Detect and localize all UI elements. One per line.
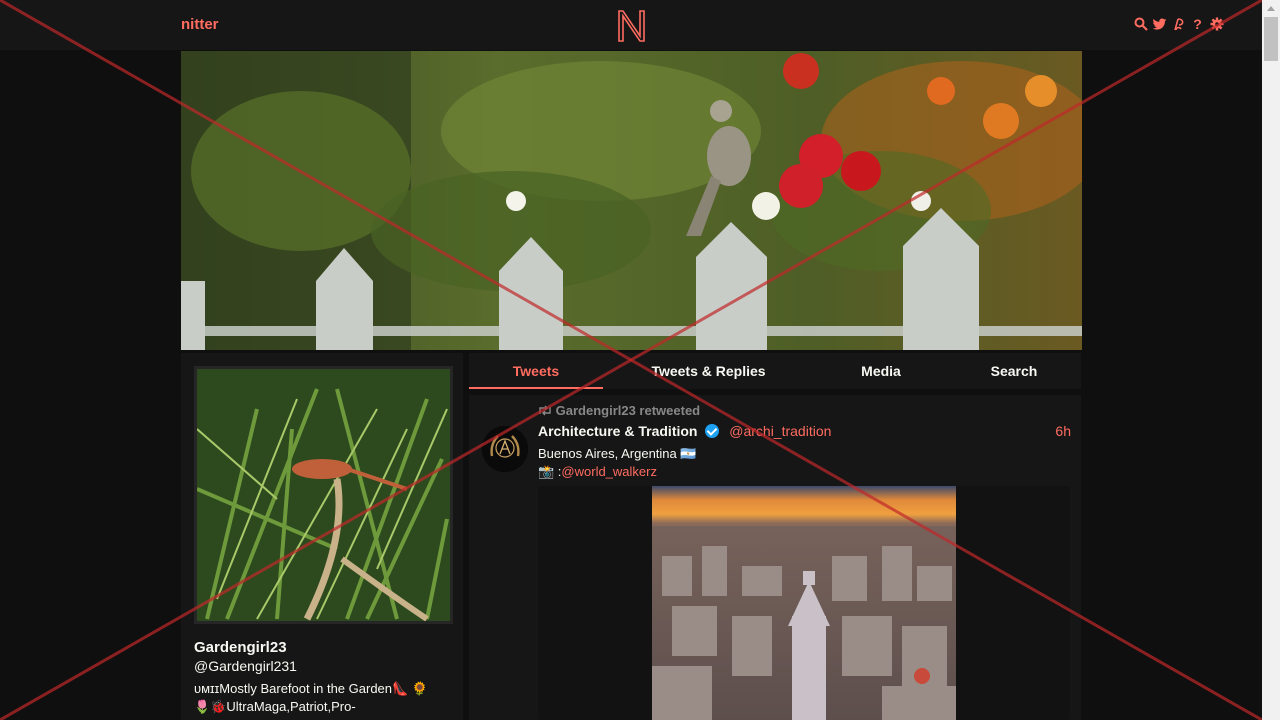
tweet-media xyxy=(538,486,1070,720)
tab-tweets[interactable]: Tweets xyxy=(469,353,603,389)
profile-fullname: Gardengirl23 xyxy=(194,639,287,656)
page-scrollbar[interactable] xyxy=(1262,0,1280,720)
brand-link[interactable]: nitter xyxy=(181,16,219,33)
profile-tabs: Tweets Tweets & Replies Media Search xyxy=(469,353,1081,389)
twitter-bird-icon[interactable] xyxy=(1152,16,1167,32)
tweet-mention-link[interactable]: @world_walkerz xyxy=(561,464,657,479)
tweet-attached-image[interactable] xyxy=(652,486,956,720)
retweet-text: Gardengirl23 retweeted xyxy=(555,403,701,418)
timeline: Gardengirl23 retweeted Architecture & Tr… xyxy=(469,395,1081,720)
profile-banner-image[interactable] xyxy=(181,51,1082,350)
camera-icon: 📸 : xyxy=(538,464,562,479)
search-icon[interactable] xyxy=(1133,16,1148,32)
scroll-thumb[interactable] xyxy=(1264,17,1278,61)
navbar: nitter ? xyxy=(0,0,1262,50)
profile-bio: ᴜᴍɪɪMostly Barefoot in the Garden👠 🌻 🌷🐞U… xyxy=(194,680,454,716)
nitter-logo-icon[interactable] xyxy=(616,8,647,43)
nav-icons: ? xyxy=(1133,16,1224,32)
verified-badge-icon xyxy=(705,424,720,438)
help-icon[interactable]: ? xyxy=(1190,16,1205,32)
profile-username: @Gardengirl231 xyxy=(194,658,297,674)
tweet-header: Architecture & Tradition @archi_traditio… xyxy=(538,423,831,439)
bio-line: 🌷🐞UltraMaga,Patriot,Pro- xyxy=(194,699,356,714)
bio-line: ᴜᴍɪɪMostly Barefoot in the Garden👠 🌻 xyxy=(194,681,428,696)
tab-media[interactable]: Media xyxy=(837,353,925,389)
tab-tweets-replies[interactable]: Tweets & Replies xyxy=(631,353,786,389)
rss-icon[interactable] xyxy=(1171,16,1186,32)
scroll-up-arrow-icon[interactable] xyxy=(1262,0,1280,17)
profile-card: Gardengirl23 @Gardengirl231 ᴜᴍɪɪMostly B… xyxy=(181,353,463,720)
retweet-header: Gardengirl23 retweeted xyxy=(538,403,700,419)
tweet-avatar[interactable] xyxy=(482,426,528,472)
tab-search[interactable]: Search xyxy=(969,353,1059,389)
retweet-icon xyxy=(538,404,552,419)
profile-avatar[interactable] xyxy=(194,366,453,624)
tweet-username[interactable]: @archi_tradition xyxy=(729,423,831,439)
tweet-text-line: 📸 :@world_walkerz xyxy=(538,463,697,481)
gear-icon[interactable] xyxy=(1209,16,1224,32)
tweet-fullname[interactable]: Architecture & Tradition xyxy=(538,423,697,439)
tweet-content: Buenos Aires, Argentina 🇦🇷 📸 :@world_wal… xyxy=(538,445,697,481)
tweet-text-line: Buenos Aires, Argentina 🇦🇷 xyxy=(538,446,697,461)
tweet-date[interactable]: 6h xyxy=(1055,423,1071,439)
